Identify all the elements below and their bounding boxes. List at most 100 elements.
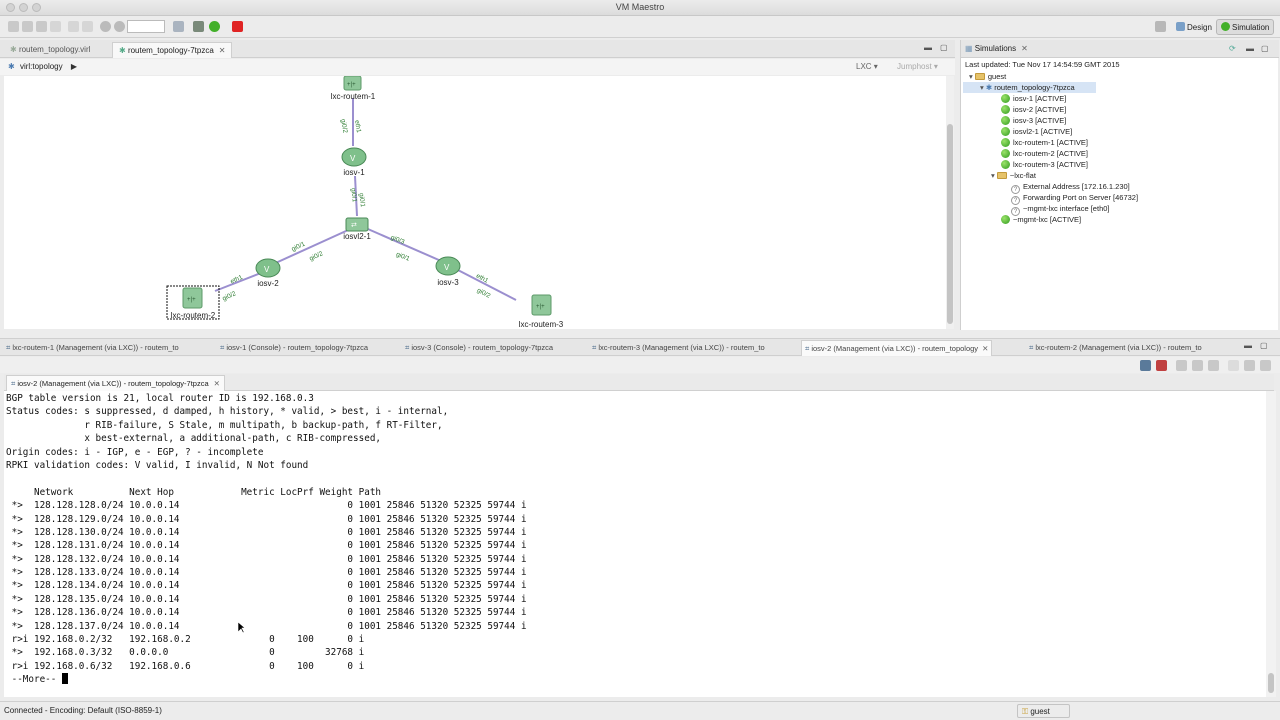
tab-routem-topology-7tpzca[interactable]: ✱ routem_topology-7tpzca ✕ (112, 42, 233, 58)
node-lxc-routem-3[interactable]: +|+ lxc-routem-3 (519, 294, 564, 329)
settings-icon[interactable] (193, 21, 204, 32)
active-status-icon (1001, 105, 1010, 114)
cut-icon[interactable] (50, 21, 61, 32)
breadcrumb: ✱ virl:topology ▶ LXC ▾ Jumphost ▾ (0, 59, 955, 75)
tree-item-external-address[interactable]: ? External Address [172.16.1.230] (1011, 181, 1130, 194)
tree-item-lxc-routem-2[interactable]: lxc-routem-2 [ACTIVE] (1001, 148, 1088, 159)
view-menu-icon[interactable] (1260, 360, 1271, 371)
tab-label: iosv-2 (Management (via LXC)) - routem_t… (17, 379, 209, 388)
tree-item-iosv-3[interactable]: iosv-3 [ACTIVE] (1001, 115, 1066, 126)
user-indicator[interactable]: ⚿ guest (1017, 704, 1070, 718)
tree-item-guest[interactable]: ▾ guest (969, 71, 1006, 82)
scrollbar-thumb[interactable] (1268, 673, 1274, 693)
close-icon[interactable]: ✕ (214, 379, 220, 388)
close-icon[interactable]: ✕ (219, 46, 226, 55)
active-status-icon (1001, 149, 1010, 158)
print-icon[interactable] (36, 21, 47, 32)
canvas-scrollbar[interactable] (946, 76, 954, 329)
design-label: Design (1187, 23, 1212, 32)
terminal-cursor (61, 673, 68, 685)
maximize-icon[interactable]: ▢ (1260, 341, 1268, 350)
simulations-tab[interactable]: ▦ Simulations ✕ (965, 44, 1028, 53)
node-iosv-3[interactable]: V iosv-3 (435, 256, 461, 287)
paste-icon[interactable] (1192, 360, 1203, 371)
disconnect-icon[interactable] (1156, 360, 1167, 371)
launch-simulation-icon[interactable] (209, 21, 220, 32)
close-icon[interactable]: ✕ (1021, 44, 1028, 53)
maximize-icon[interactable]: ▢ (940, 43, 948, 52)
terminal-line: *> 128.128.130.0/24 10.0.0.14 0 1001 258… (6, 526, 527, 538)
clear-icon[interactable] (1208, 360, 1219, 371)
breadcrumb-label[interactable]: virl:topology (20, 62, 63, 71)
console-tab-lxc-routem-1[interactable]: ⌗ lxc-routem-1 (Management (via LXC)) - … (6, 340, 179, 356)
console-tab-lxc-routem-2[interactable]: ⌗ lxc-routem-2 (Management (via LXC)) - … (1029, 340, 1202, 356)
scrollbar-thumb[interactable] (947, 124, 953, 324)
chevron-right-icon[interactable]: ▶ (71, 62, 77, 71)
tree-item-lxc-routem-3[interactable]: lxc-routem-3 [ACTIVE] (1001, 159, 1088, 170)
redo-icon[interactable] (82, 21, 93, 32)
topology-canvas[interactable]: gi0/2 eth1 gi0/1 gi0/1 gi0/1 gi0/2 gi0/3… (4, 76, 946, 329)
zoom-in-icon[interactable] (100, 21, 111, 32)
tree-label: ~mgmt-lxc [ACTIVE] (1013, 215, 1082, 224)
perspective-design-button[interactable]: Design (1171, 19, 1217, 35)
tree-item-iosv-1[interactable]: iosv-1 [ACTIVE] (1001, 93, 1066, 104)
tree-item-forwarding-port[interactable]: ? Forwarding Port on Server [46732] (1011, 192, 1138, 205)
console-tabs: ⌗ lxc-routem-1 (Management (via LXC)) - … (0, 338, 1280, 356)
node-lxc-routem-1[interactable]: +|+ lxc-routem-1 (331, 76, 376, 101)
terminal-scrollbar[interactable] (1266, 391, 1276, 697)
chevron-down-icon[interactable]: ▾ (991, 171, 997, 180)
zoom-out-icon[interactable] (114, 21, 125, 32)
link-label: gi0/1 (290, 241, 306, 253)
terminal-output[interactable]: BGP table version is 21, local router ID… (4, 391, 1266, 697)
node-iosv-2[interactable]: V iosv-2 (255, 258, 281, 288)
chevron-down-icon[interactable]: ▾ (969, 72, 975, 81)
maximize-icon[interactable]: ▢ (1261, 40, 1269, 58)
tree-item-iosv-2[interactable]: iosv-2 [ACTIVE] (1001, 104, 1066, 115)
tree-item-lxc-flat[interactable]: ▾ ~lxc-flat (991, 170, 1036, 181)
minimize-icon[interactable]: ▬ (924, 43, 932, 52)
jumphost-selector[interactable]: Jumphost ▾ (897, 59, 938, 75)
close-icon[interactable]: ✕ (982, 344, 988, 353)
tab-label: iosv-2 (Management (via LXC)) - routem_t… (811, 344, 979, 353)
topology-file-icon: ✱ (10, 45, 19, 54)
lxc-selector[interactable]: LXC ▾ (856, 59, 878, 75)
user-label: guest (1030, 707, 1050, 716)
node-lxc-routem-2[interactable]: +|+ lxc-routem-2 (166, 285, 220, 320)
terminal-tab-iosv-2[interactable]: ⌗ iosv-2 (Management (via LXC)) - routem… (6, 375, 225, 391)
tab-label: lxc-routem-1 (Management (via LXC)) - ro… (12, 343, 179, 352)
tree-item-lxc-routem-1[interactable]: lxc-routem-1 [ACTIVE] (1001, 137, 1088, 148)
minimize-icon[interactable]: ▬ (1246, 40, 1254, 58)
tab-label: lxc-routem-3 (Management (via LXC)) - ro… (598, 343, 765, 352)
console-tab-iosv-2[interactable]: ⌗ iosv-2 (Management (via LXC)) - routem… (801, 340, 993, 356)
copy-icon[interactable] (1176, 360, 1187, 371)
layout-icon[interactable] (173, 21, 184, 32)
tree-item-iosvl2-1[interactable]: iosvl2-1 [ACTIVE] (1001, 126, 1072, 137)
tab-routem-topology-virl[interactable]: ✱ routem_topology.virl (4, 42, 96, 58)
terminal-line: *> 128.128.136.0/24 10.0.0.14 0 1001 258… (6, 607, 527, 619)
pin-icon[interactable] (1244, 360, 1255, 371)
node-iosvl2-1[interactable]: ⇄ iosvl2-1 (343, 217, 371, 241)
refresh-icon[interactable]: ⟳ (1229, 40, 1236, 58)
perspective-simulation-button[interactable]: Simulation (1216, 19, 1275, 35)
minimize-icon[interactable]: ▬ (1244, 341, 1252, 350)
console-tab-iosv-1[interactable]: ⌗ iosv-1 (Console) - routem_topology-7tp… (220, 340, 368, 356)
undo-icon[interactable] (68, 21, 79, 32)
link-label: gi0/2 (476, 287, 492, 300)
node-iosv-1[interactable]: V iosv-1 (341, 147, 367, 177)
open-perspective-icon[interactable] (1155, 21, 1166, 32)
tree-item-mgmt-lxc[interactable]: ~mgmt-lxc [ACTIVE] (1001, 214, 1081, 225)
stop-simulation-icon[interactable] (232, 21, 243, 32)
tree-item-simulation[interactable]: ▾ ✱ routem_topology-7tpzca (963, 82, 1096, 93)
zoom-combo[interactable] (127, 20, 165, 33)
node-label: iosv-2 (257, 279, 279, 288)
terminal-settings-icon[interactable] (1140, 360, 1151, 371)
save-icon[interactable] (22, 21, 33, 32)
editor-tabs: ✱ routem_topology.virl ✱ routem_topology… (0, 40, 955, 58)
simulations-header: ▦ Simulations ✕ ⟳ ▬ ▢ (961, 40, 1279, 58)
scroll-lock-icon[interactable] (1228, 360, 1239, 371)
tree-item-mgmt-lxc-interface[interactable]: ? ~mgmt-lxc interface [eth0] (1011, 203, 1110, 216)
console-tab-lxc-routem-3[interactable]: ⌗ lxc-routem-3 (Management (via LXC)) - … (592, 340, 765, 356)
tab-label: lxc-routem-2 (Management (via LXC)) - ro… (1035, 343, 1202, 352)
console-tab-iosv-3[interactable]: ⌗ iosv-3 (Console) - routem_topology-7tp… (405, 340, 553, 356)
new-file-icon[interactable] (8, 21, 19, 32)
